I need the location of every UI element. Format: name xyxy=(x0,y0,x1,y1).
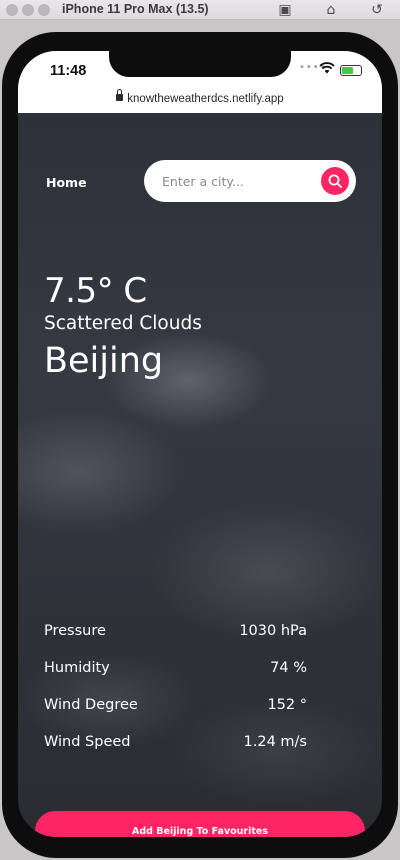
simulator-title: iPhone 11 Pro Max (13.5) xyxy=(62,2,209,16)
stat-label: Wind Degree xyxy=(44,697,138,713)
screenshot-icon[interactable]: ▣ xyxy=(276,1,294,19)
temperature: 7.5° C xyxy=(44,271,147,311)
nav-home-link[interactable]: Home xyxy=(46,175,87,190)
simulator-title-bar: iPhone 11 Pro Max (13.5) ▣ ⌂ ↺ xyxy=(0,0,400,20)
stat-row-wind-degree: Wind Degree 152 ° xyxy=(44,697,307,734)
stat-value: 74 % xyxy=(270,660,307,676)
stat-label: Wind Speed xyxy=(44,734,131,750)
status-time: 11:48 xyxy=(50,63,87,79)
city-name: Beijing xyxy=(44,341,164,381)
weather-stats: Pressure 1030 hPa Humidity 74 % Wind Deg… xyxy=(44,623,307,771)
city-search-input[interactable] xyxy=(162,169,302,193)
notch xyxy=(109,51,291,77)
stat-value: 1.24 m/s xyxy=(243,734,307,750)
status-bar: 11:48 •••• knowtheweatherdcs.netlify.app xyxy=(18,51,382,113)
stat-label: Pressure xyxy=(44,623,106,639)
stat-row-humidity: Humidity 74 % xyxy=(44,660,307,697)
stat-row-pressure: Pressure 1030 hPa xyxy=(44,623,307,660)
wifi-icon xyxy=(319,62,335,78)
zoom-window-button[interactable] xyxy=(38,4,50,16)
iphone-frame: 11:48 •••• knowtheweatherdcs.netlify.app… xyxy=(2,32,398,858)
battery-charging-icon xyxy=(340,65,362,76)
home-icon[interactable]: ⌂ xyxy=(322,1,340,19)
address-bar[interactable]: knowtheweatherdcs.netlify.app xyxy=(18,89,382,105)
search-icon xyxy=(328,174,342,188)
stat-label: Humidity xyxy=(44,660,110,676)
weather-description: Scattered Clouds xyxy=(44,313,202,334)
stat-value: 1030 hPa xyxy=(239,623,307,639)
stat-value: 152 ° xyxy=(267,697,307,713)
minimize-window-button[interactable] xyxy=(22,4,34,16)
close-window-button[interactable] xyxy=(6,4,18,16)
search-bar xyxy=(144,160,356,202)
rotate-icon[interactable]: ↺ xyxy=(368,1,386,19)
phone-screen: 11:48 •••• knowtheweatherdcs.netlify.app… xyxy=(18,51,382,837)
search-button[interactable] xyxy=(321,167,349,195)
stat-row-wind-speed: Wind Speed 1.24 m/s xyxy=(44,734,307,771)
lock-icon xyxy=(116,89,124,102)
url-text: knowtheweatherdcs.netlify.app xyxy=(127,93,284,105)
add-to-favourites-button[interactable]: Add Beijing To Favourites xyxy=(35,811,365,837)
